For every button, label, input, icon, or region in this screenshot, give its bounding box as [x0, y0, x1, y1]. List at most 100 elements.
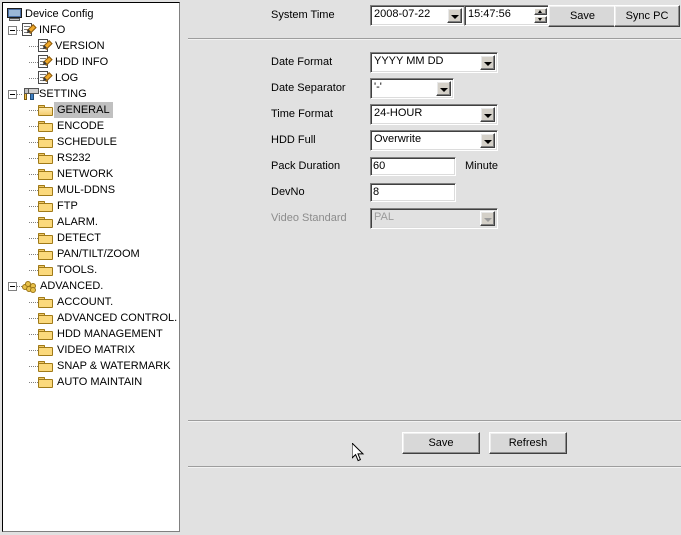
- tree-item-ftp[interactable]: FTP: [3, 198, 179, 214]
- tree-node-label: Device Config: [25, 8, 94, 20]
- tree-connector: [29, 365, 38, 367]
- hdd-full-row: HDD Full Overwrite: [182, 130, 681, 151]
- tree-group-setting[interactable]: SETTING: [3, 86, 179, 102]
- tree-connector: [29, 221, 38, 223]
- tree-item-alarm[interactable]: ALARM.: [3, 214, 179, 230]
- folder-icon: [38, 152, 54, 165]
- tree-connector: [29, 301, 38, 303]
- chevron-down-icon[interactable]: [447, 8, 462, 23]
- hdd-full-dropdown[interactable]: Overwrite: [370, 130, 498, 151]
- tree-item-tools[interactable]: TOOLS.: [3, 262, 179, 278]
- time-format-dropdown[interactable]: 24-HOUR: [370, 104, 498, 125]
- tree-node-label: AUTO MAINTAIN: [57, 376, 143, 388]
- tree-connector: [29, 77, 38, 79]
- tree-node-label: SNAP & WATERMARK: [57, 360, 171, 372]
- tree-node-root[interactable]: Device Config: [3, 6, 179, 22]
- pack-duration-input[interactable]: 60: [370, 157, 456, 176]
- tree-item-rs232[interactable]: RS232: [3, 150, 179, 166]
- tree-node-label: FTP: [57, 200, 78, 212]
- chevron-down-icon[interactable]: [480, 55, 495, 70]
- tree-group-info[interactable]: INFO: [3, 22, 179, 38]
- video-standard-row: Video Standard PAL: [182, 208, 681, 229]
- document-pencil-icon: [38, 55, 52, 69]
- chevron-down-icon[interactable]: [480, 133, 495, 148]
- tree-connector: [29, 45, 38, 47]
- video-standard-dropdown: PAL: [370, 208, 498, 229]
- tree-item-hdd-info[interactable]: HDD INFO: [3, 54, 179, 70]
- tree-item-mul-ddns[interactable]: MUL-DDNS: [3, 182, 179, 198]
- tree-connector: [29, 125, 38, 127]
- tree-node-label: ADVANCED.: [40, 280, 104, 292]
- separator-footer-bottom: [188, 466, 681, 468]
- footer-refresh-button[interactable]: Refresh: [489, 432, 567, 454]
- spinner-down-icon[interactable]: [534, 16, 547, 23]
- tree-node-label: VIDEO MATRIX: [57, 344, 136, 356]
- tree-node-label: DETECT: [57, 232, 101, 244]
- tree-connector: [29, 333, 38, 335]
- tree-node-label: HDD MANAGEMENT: [57, 328, 163, 340]
- folder-icon: [38, 184, 54, 197]
- system-date-value: 2008-07-22: [374, 8, 431, 20]
- tree-item-snap-watermark[interactable]: SNAP & WATERMARK: [3, 358, 179, 374]
- tree-node-label: ACCOUNT.: [57, 296, 114, 308]
- date-format-value: YYYY MM DD: [374, 55, 444, 67]
- folder-icon: [38, 360, 54, 373]
- date-format-label: Date Format: [271, 56, 333, 68]
- tree-connector: [29, 109, 38, 111]
- folder-icon: [38, 376, 54, 389]
- tree-item-encode[interactable]: ENCODE: [3, 118, 179, 134]
- settings-panel: System Time 2008-07-22 15:47:56 Save Syn…: [182, 0, 681, 535]
- tree-expander-icon[interactable]: [8, 281, 17, 291]
- document-pencil-icon: [38, 39, 52, 53]
- tree-connector: [29, 317, 38, 319]
- spinner-arrows[interactable]: [534, 8, 547, 23]
- system-date-dropdown[interactable]: 2008-07-22: [370, 5, 465, 26]
- document-pencil-icon: [38, 71, 52, 85]
- tree-item-auto-maintain[interactable]: AUTO MAINTAIN: [3, 374, 179, 390]
- separator-top: [188, 38, 681, 40]
- tree-connector: [29, 61, 38, 63]
- tree-item-hdd-management[interactable]: HDD MANAGEMENT: [3, 326, 179, 342]
- tree-connector: [29, 269, 38, 271]
- folder-icon: [38, 120, 54, 133]
- tree-item-schedule[interactable]: SCHEDULE: [3, 134, 179, 150]
- system-time-label: System Time: [271, 9, 335, 21]
- navigation-tree-panel[interactable]: Device Config INFO VERSION HDD INFO LOG SETTI…: [2, 2, 180, 532]
- tree-item-detect[interactable]: DETECT: [3, 230, 179, 246]
- tree-item-pan-tilt-zoom[interactable]: PAN/TILT/ZOOM: [3, 246, 179, 262]
- tree-item-log[interactable]: LOG: [3, 70, 179, 86]
- tree-expander-icon[interactable]: [8, 25, 17, 35]
- tree-group-advanced[interactable]: ADVANCED.: [3, 278, 179, 294]
- chevron-down-icon[interactable]: [480, 107, 495, 122]
- device-config-window: Device Config INFO VERSION HDD INFO LOG SETTI…: [0, 0, 681, 535]
- system-time-save-button[interactable]: Save: [548, 5, 617, 27]
- gold-coins-icon: [22, 280, 37, 293]
- tree-node-label: NETWORK: [57, 168, 114, 180]
- tree-node-label: MUL-DDNS: [57, 184, 116, 196]
- tree-item-general[interactable]: GENERAL: [3, 102, 179, 118]
- pack-duration-unit-label: Minute: [465, 160, 499, 172]
- tree-connector: [29, 349, 38, 351]
- chevron-down-icon[interactable]: [436, 81, 451, 96]
- date-separator-dropdown[interactable]: '-': [370, 78, 454, 99]
- footer-save-button[interactable]: Save: [402, 432, 480, 454]
- tree-node-label: RS232: [57, 152, 91, 164]
- tree-item-version[interactable]: VERSION: [3, 38, 179, 54]
- dev-no-label: DevNo: [271, 186, 305, 198]
- date-separator-label: Date Separator: [271, 82, 346, 94]
- tree-node-label: ALARM.: [57, 216, 98, 228]
- system-time-row: System Time 2008-07-22 15:47:56 Save Syn…: [182, 5, 681, 27]
- sync-pc-button[interactable]: Sync PC: [614, 5, 680, 27]
- tree-item-advanced-control[interactable]: ADVANCED CONTROL.: [3, 310, 179, 326]
- tree-item-network[interactable]: NETWORK: [3, 166, 179, 182]
- tree-expander-icon[interactable]: [8, 89, 17, 99]
- folder-icon: [38, 344, 54, 357]
- tree-item-account[interactable]: ACCOUNT.: [3, 294, 179, 310]
- spinner-up-icon[interactable]: [534, 8, 547, 15]
- dev-no-input[interactable]: 8: [370, 183, 456, 202]
- system-time-spinner[interactable]: 15:47:56: [464, 5, 550, 26]
- date-format-dropdown[interactable]: YYYY MM DD: [370, 52, 498, 73]
- pack-duration-row: Pack Duration 60 Minute: [182, 156, 681, 177]
- tree-item-video-matrix[interactable]: VIDEO MATRIX: [3, 342, 179, 358]
- hdd-full-value: Overwrite: [374, 133, 422, 145]
